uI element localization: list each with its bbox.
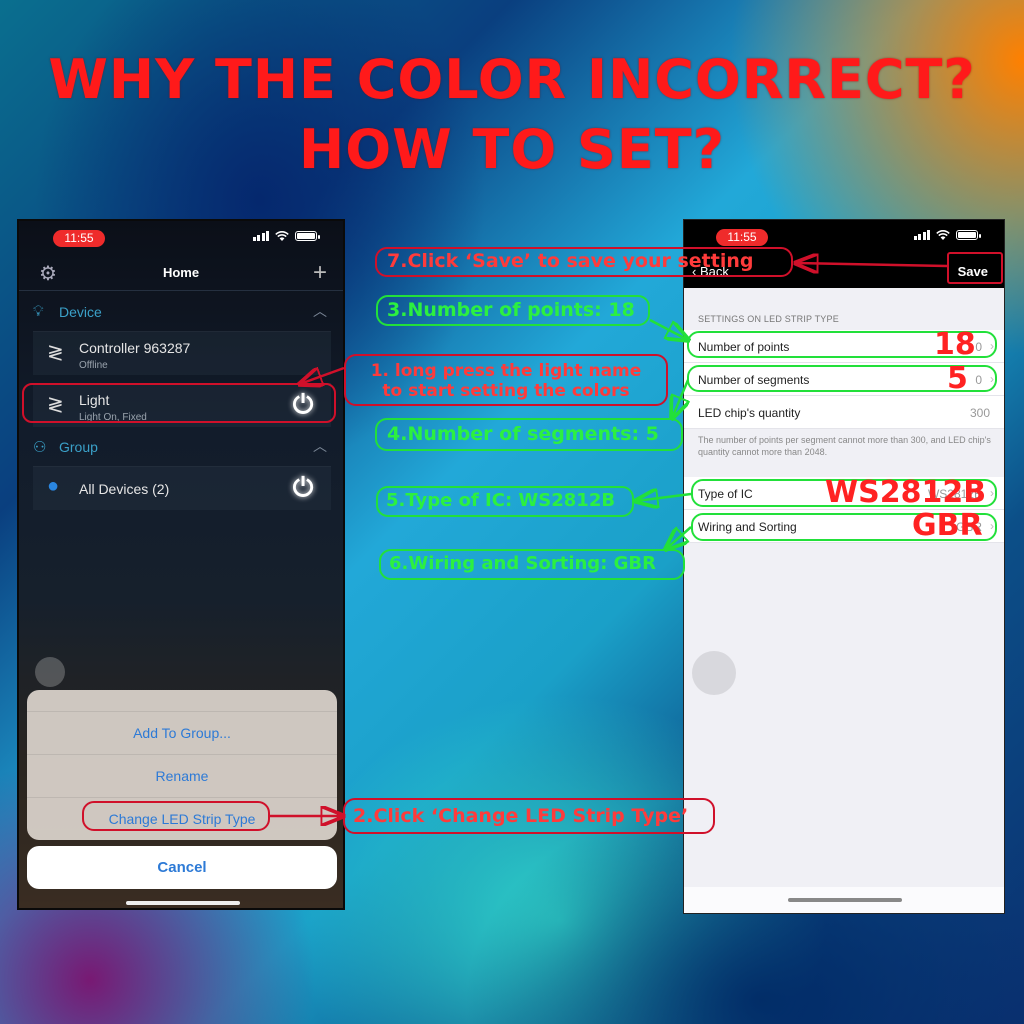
overlay-value-points: 18 — [934, 327, 976, 362]
settings-group-label: SETTINGS ON LED STRIP TYPE — [698, 314, 839, 324]
wifi-icon — [275, 231, 289, 241]
status-bar: 11:55 — [19, 221, 343, 257]
led-strip-icon: ≷ — [47, 342, 64, 364]
home-indicator[interactable] — [126, 901, 240, 905]
device-status: Offline — [79, 360, 108, 371]
device-row-controller[interactable]: ≷ Controller 963287 Offline — [33, 331, 331, 375]
annotation-step-7: 7.Click ‘Save’ to save your setting — [375, 247, 793, 277]
add-to-group-button[interactable]: Add To Group... — [27, 711, 337, 754]
annotation-step-6: 6.Wiring and Sorting: GBR — [379, 549, 685, 580]
annotation-step-2: 2.Click ‘Change LED Strip Type’ — [343, 798, 715, 834]
touch-indicator — [35, 657, 65, 687]
annotation-step-5: 5.Type of IC: WS2812B — [376, 486, 634, 517]
touch-indicator — [692, 651, 736, 695]
annotation-step-1-line-1: 1. long press the light name — [370, 361, 642, 381]
status-time: 11:55 — [53, 230, 105, 247]
annotation-step-2-text: 2.Click ‘Change LED Strip Type’ — [353, 805, 689, 827]
annotation-step-4-text: 4.Number of segments: 5 — [387, 423, 659, 445]
cellular-signal-icon — [913, 230, 930, 240]
annotation-step-6-text: 6.Wiring and Sorting: GBR — [389, 553, 657, 574]
annotation-step-3: 3.Number of points: 18 — [376, 295, 650, 326]
right-phone-screen: 11:55 ‹ Back Save SETTINGS ON LED STRIP … — [683, 219, 1005, 914]
group-section-header[interactable]: ⚇ Group ︿ — [19, 434, 343, 460]
home-nav-bar: ⚙ Home + — [19, 257, 343, 291]
system-icons — [252, 231, 320, 241]
chevron-up-icon[interactable]: ︿ — [313, 301, 327, 321]
annotation-step-1-line-2: to start setting the colors — [382, 381, 630, 401]
headline-line-2: HOW TO SET? — [299, 118, 725, 181]
group-name: All Devices (2) — [79, 481, 170, 497]
page-title: Home — [162, 265, 200, 280]
power-icon[interactable]: ⏻ — [289, 474, 317, 502]
overlay-value-wiring: GBR — [912, 508, 983, 543]
lightbulb-outline-icon: 💡︎ — [33, 303, 44, 320]
annotation-step-4: 4.Number of segments: 5 — [375, 418, 683, 451]
wifi-icon — [936, 230, 950, 240]
overlay-value-segments: 5 — [947, 361, 968, 396]
highlight-change-led-strip-type — [82, 801, 270, 831]
cancel-button[interactable]: Cancel — [27, 846, 337, 889]
battery-icon — [295, 231, 320, 241]
setting-value: 300 — [969, 406, 990, 420]
annotation-step-7-text: 7.Click ‘Save’ to save your setting — [387, 250, 754, 272]
device-name: Controller 963287 — [79, 340, 191, 356]
group-section-title: Group — [59, 439, 98, 455]
rename-button[interactable]: Rename — [27, 754, 337, 797]
home-bar — [684, 887, 1004, 913]
annotation-step-5-text: 5.Type of IC: WS2812B — [386, 490, 616, 511]
annotation-step-1: 1. long press the light name to start se… — [344, 354, 668, 406]
plus-icon[interactable]: + — [313, 259, 327, 287]
cellular-signal-icon — [252, 231, 269, 241]
system-icons — [913, 230, 981, 240]
headline-line-1: WHY THE COLOR INCORRECT? — [48, 48, 976, 111]
annotation-step-3-text: 3.Number of points: 18 — [387, 299, 635, 321]
chevron-up-icon[interactable]: ︿ — [313, 436, 327, 456]
status-time: 11:55 — [716, 229, 768, 246]
setting-row-led-chip-quantity: LED chip's quantity 300 — [684, 396, 1004, 429]
group-row-all-devices[interactable]: ● All Devices (2) ⏻ — [33, 466, 331, 510]
home-indicator[interactable] — [788, 898, 902, 902]
highlight-light-row — [22, 383, 336, 423]
device-section-header[interactable]: 💡︎ Device ︿ — [19, 299, 343, 325]
highlight-save-button — [947, 252, 1003, 284]
group-network-icon: ⚇ — [33, 439, 47, 456]
battery-icon — [956, 230, 981, 240]
setting-label: LED chip's quantity — [698, 406, 801, 420]
overlay-value-ic-type: WS2812B — [825, 475, 987, 510]
device-section-title: Device — [59, 304, 102, 320]
settings-footnote: The number of points per segment cannot … — [698, 435, 991, 457]
bulb-icon: ● — [47, 475, 60, 497]
